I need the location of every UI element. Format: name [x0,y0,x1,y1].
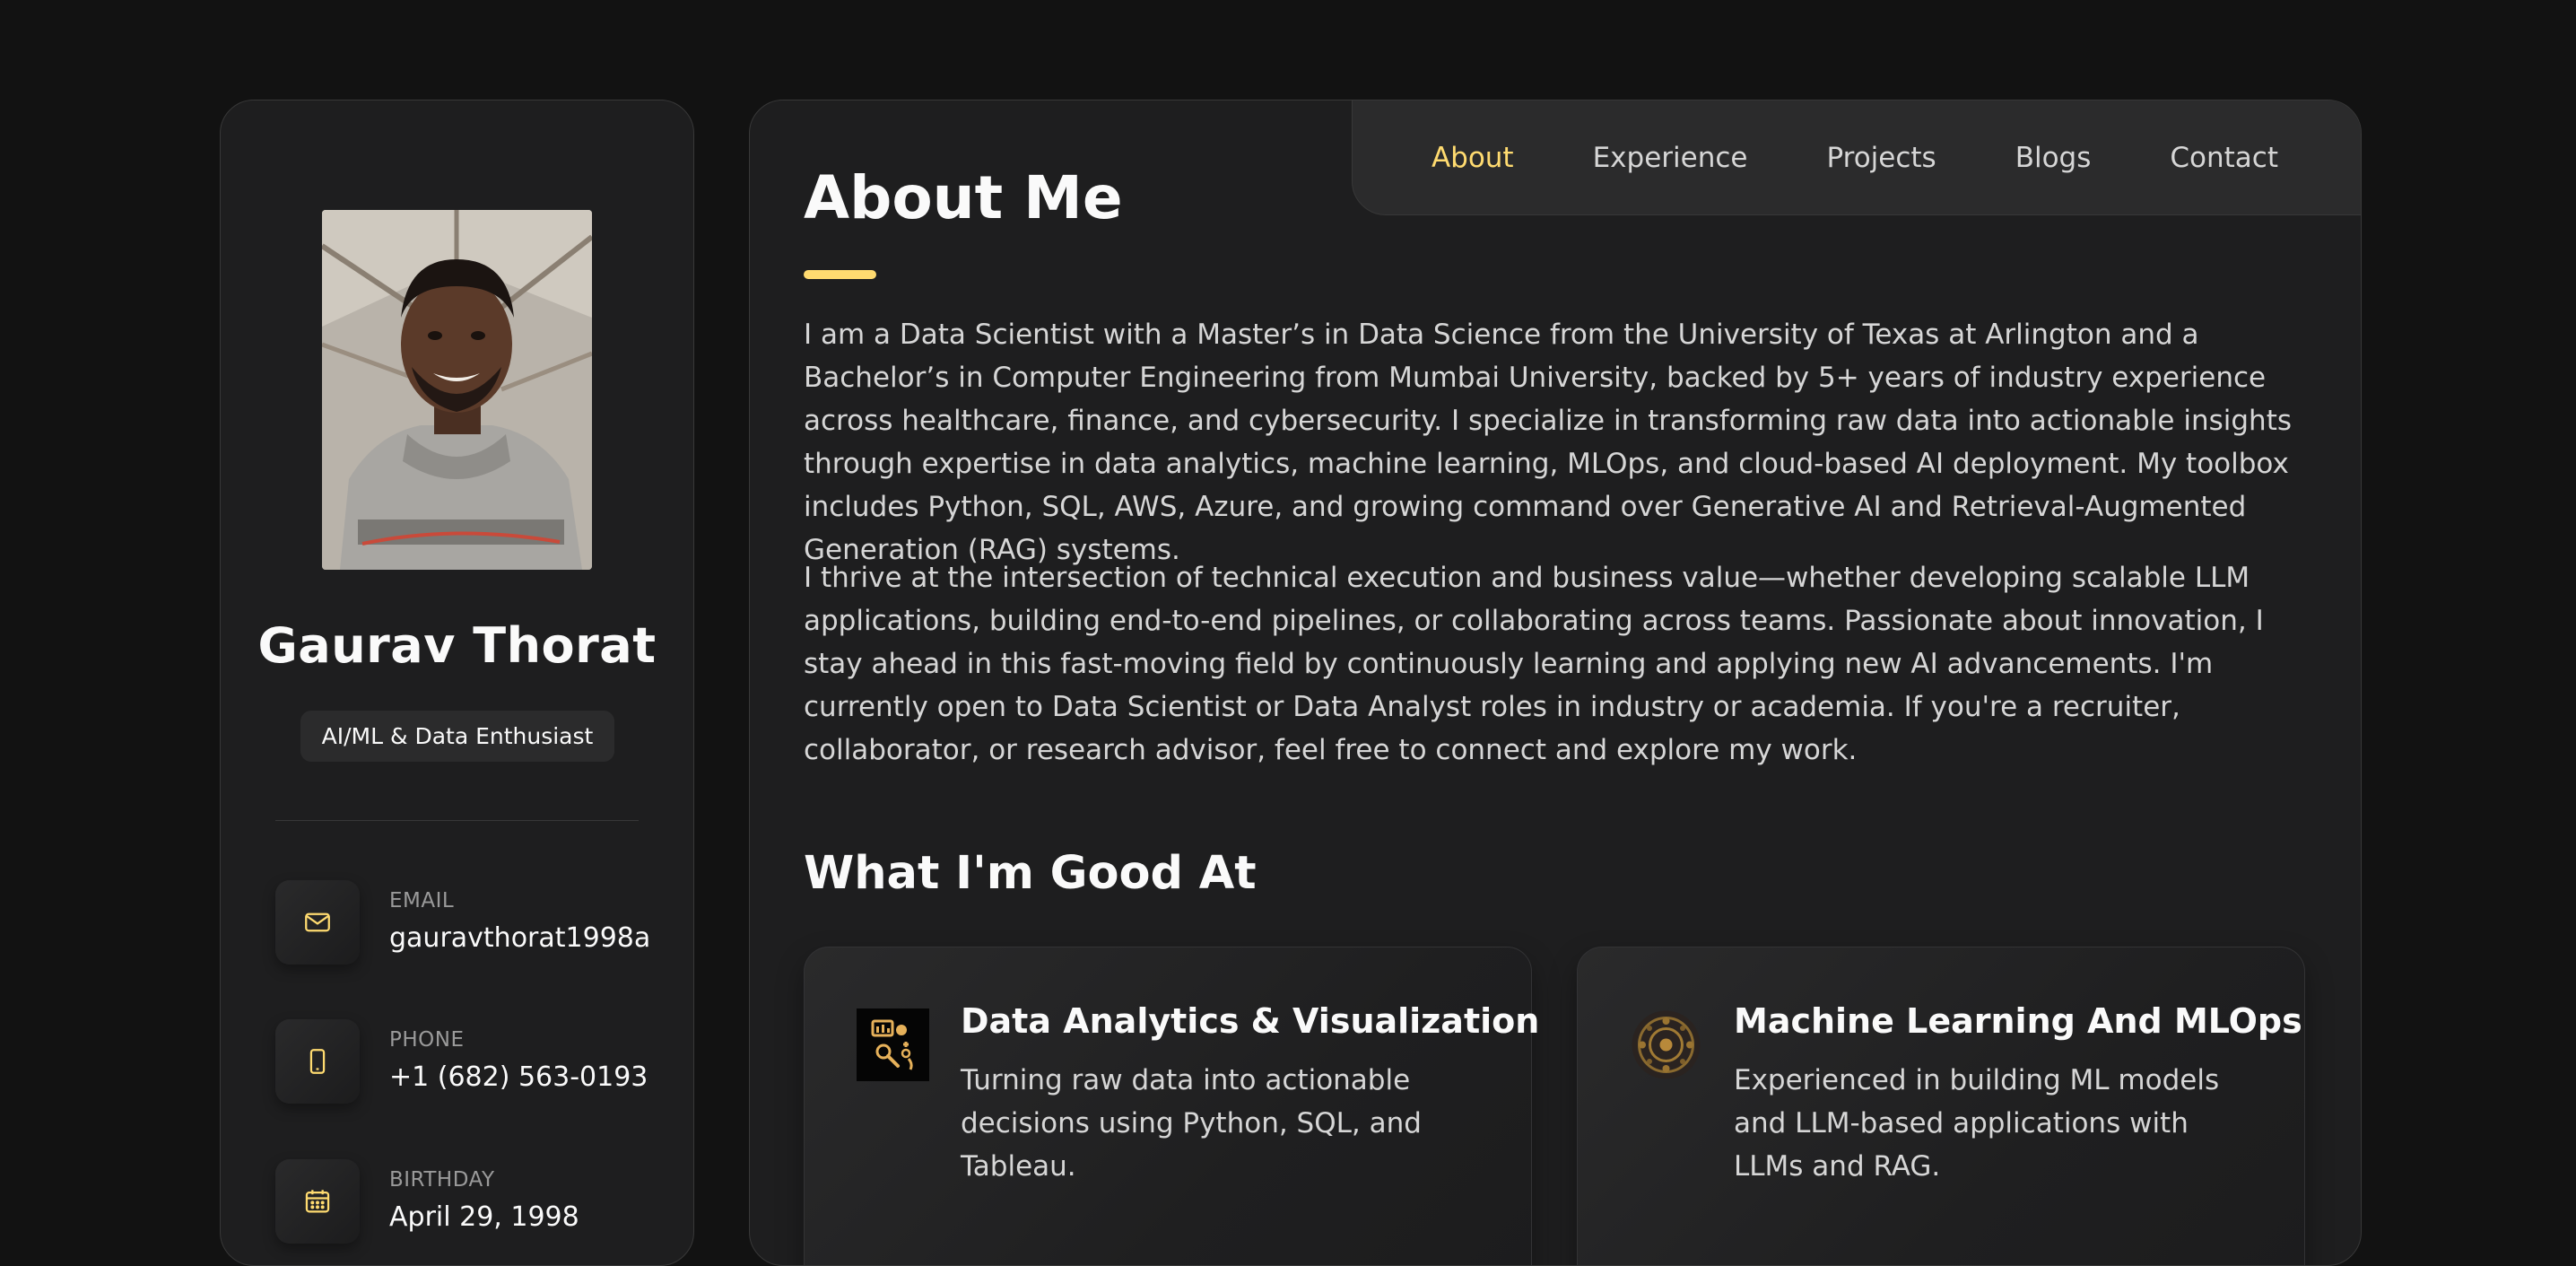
service-text-machine-learning: Experienced in building ML models and LL… [1734,1064,2220,1183]
profile-name: Gaurav Thorat [257,617,657,674]
main-content: About Experience Projects Blogs Contact … [749,100,2362,1266]
avatar [322,210,592,570]
nav-link-about[interactable]: About [1432,142,1514,174]
title-underline [804,270,876,279]
nav-link-projects[interactable]: Projects [1826,142,1936,174]
contact-item-email: Email gauravthorat1998a [275,880,675,966]
contact-label-phone: Phone [389,1028,465,1052]
navbar: About Experience Projects Blogs Contact [1352,100,2361,215]
nav-link-contact[interactable]: Contact [2170,142,2278,174]
contact-label-email: Email [389,889,455,912]
nav-link-blogs[interactable]: Blogs [2015,142,2092,174]
service-title-data-analytics: Data Analytics & Visualization [961,1001,1540,1041]
page-title: About Me [804,163,1123,232]
mail-icon [275,880,360,965]
service-title-machine-learning: Machine Learning And MLOps [1734,1001,2302,1041]
nav-link-experience[interactable]: Experience [1593,142,1748,174]
service-card-machine-learning: Machine Learning And MLOps Experienced i… [1577,947,2305,1265]
service-text-data-analytics: Turning raw data into actionable decisio… [961,1064,1422,1183]
about-paragraph-1: I am a Data Scientist with a Master’s in… [804,319,2293,566]
sidebar-separator [275,820,639,821]
contact-item-birthday: Birthday April 29, 1998 [275,1159,675,1245]
about-paragraph-2: I thrive at the intersection of technica… [804,562,2264,766]
sidebar: Gaurav Thorat AI/ML & Data Enthusiast Em… [220,100,694,1266]
contact-value-phone[interactable]: +1 (682) 563-0193 [389,1061,648,1093]
services-title: What I'm Good At [804,847,1257,900]
data-analytics-icon [857,1008,929,1081]
calendar-icon [275,1159,360,1244]
contact-label-birthday: Birthday [389,1168,495,1192]
avatar-photo [322,210,592,570]
profile-title-badge: AI/ML & Data Enthusiast [300,711,614,762]
contact-value-birthday: April 29, 1998 [389,1201,579,1233]
contact-item-phone: Phone +1 (682) 563-0193 [275,1019,675,1105]
phone-icon [275,1019,360,1104]
contact-value-email[interactable]: gauravthorat1998a [389,922,650,954]
service-card-data-analytics: Data Analytics & Visualization Turning r… [804,947,1539,1265]
machine-learning-icon [1630,1008,1702,1081]
